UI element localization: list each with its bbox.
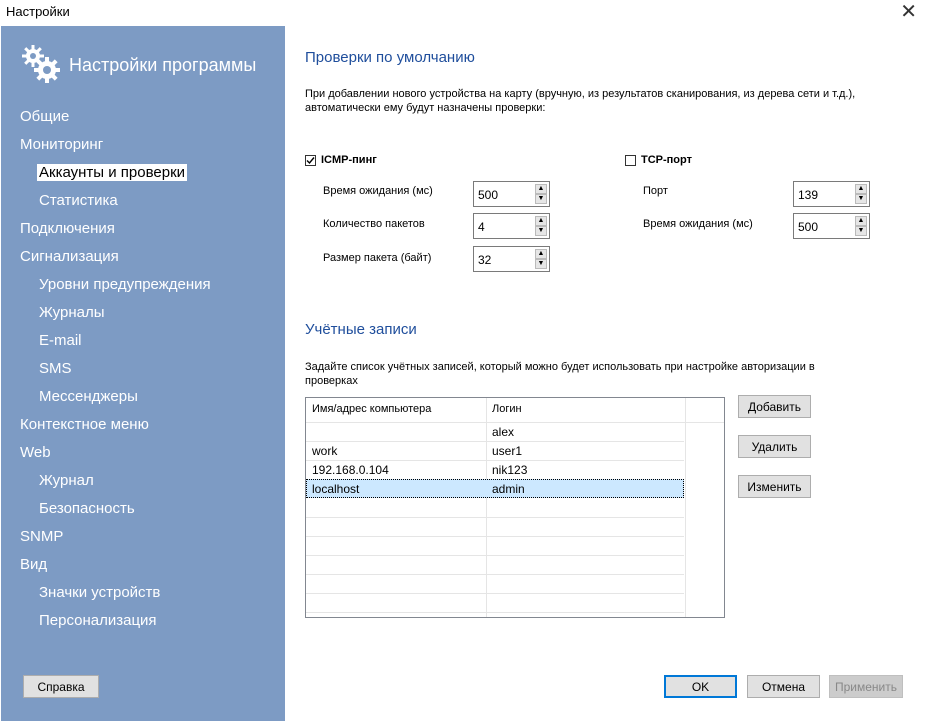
icmp-packets-value: 4	[478, 220, 485, 234]
table-cell-host: localhost	[312, 482, 360, 496]
nav-item-personalization[interactable]: Персонализация	[39, 612, 157, 629]
window-title: Настройки	[6, 4, 70, 19]
table-row-empty	[306, 593, 684, 613]
accounts-table[interactable]: Имя/адрес компьютера Логин alex work use…	[305, 397, 725, 618]
tcp-port-stepper[interactable]: 139 ▲ ▼	[793, 181, 870, 207]
help-button[interactable]: Справка	[23, 675, 99, 698]
table-row-empty	[306, 536, 684, 556]
nav-item-web-log[interactable]: Журнал	[39, 472, 94, 489]
nav-item-snmp[interactable]: SNMP	[20, 528, 63, 545]
delete-account-button[interactable]: Удалить	[738, 435, 811, 458]
main-panel: Проверки по умолчанию При добавлении нов…	[285, 26, 927, 722]
table-cell-login: nik123	[492, 463, 528, 477]
spin-down-icon[interactable]: ▼	[535, 259, 547, 269]
title-bar: Настройки ✕	[0, 0, 927, 26]
nav-item-connections[interactable]: Подключения	[20, 220, 115, 237]
spin-up-icon[interactable]: ▲	[535, 184, 547, 194]
spin-up-icon[interactable]: ▲	[535, 216, 547, 226]
checkmark-icon	[306, 157, 315, 165]
nav-item-warning-levels[interactable]: Уровни предупреждения	[39, 276, 211, 293]
icmp-size-label: Размер пакета (байт)	[323, 252, 432, 264]
gears-icon	[22, 45, 60, 83]
nav-item-security[interactable]: Безопасность	[39, 500, 135, 517]
accounts-description-line2: проверках	[305, 375, 358, 387]
nav-item-web[interactable]: Web	[20, 444, 51, 461]
icmp-ping-label: ICMP-пинг	[321, 154, 377, 166]
table-cell-login: alex	[492, 425, 515, 439]
defaults-description-line2: автоматически ему будут назначены провер…	[305, 102, 546, 114]
nav-item-sms[interactable]: SMS	[39, 360, 72, 377]
sidebar: Настройки программы Общие Мониторинг Акк…	[1, 26, 285, 721]
table-row[interactable]: work user1	[306, 441, 684, 461]
icmp-size-stepper[interactable]: 32 ▲ ▼	[473, 246, 550, 272]
column-header-login[interactable]: Логин	[492, 403, 522, 415]
table-row[interactable]: alex	[306, 422, 684, 442]
column-divider	[685, 398, 686, 617]
icmp-timeout-value: 500	[478, 188, 499, 202]
tcp-timeout-label: Время ожидания (мс)	[643, 218, 753, 230]
tcp-port-field-label: Порт	[643, 185, 668, 197]
spin-up-icon[interactable]: ▲	[855, 216, 867, 226]
icmp-size-value: 32	[478, 253, 492, 267]
nav-item-logs[interactable]: Журналы	[39, 304, 105, 321]
spin-down-icon[interactable]: ▼	[535, 194, 547, 204]
tcp-port-label: TCP-порт	[641, 154, 692, 166]
spin-down-icon[interactable]: ▼	[855, 194, 867, 204]
icmp-packets-stepper[interactable]: 4 ▲ ▼	[473, 213, 550, 239]
table-row-selected[interactable]: localhost admin	[306, 479, 684, 498]
spin-down-icon[interactable]: ▼	[855, 226, 867, 236]
cancel-button[interactable]: Отмена	[747, 675, 820, 698]
icmp-packets-label: Количество пакетов	[323, 218, 425, 230]
table-cell-host: 192.168.0.104	[312, 463, 389, 477]
nav-item-device-icons[interactable]: Значки устройств	[39, 584, 160, 601]
icmp-timeout-label: Время ожидания (мс)	[323, 185, 433, 197]
ok-button[interactable]: OK	[664, 675, 737, 698]
nav-item-context-menu[interactable]: Контекстное меню	[20, 416, 149, 433]
defaults-section-title: Проверки по умолчанию	[305, 49, 475, 66]
table-row-empty	[306, 498, 684, 518]
sidebar-title: Настройки программы	[69, 55, 257, 75]
nav-item-accounts-checks[interactable]: Аккаунты и проверки	[37, 164, 188, 181]
table-row-empty	[306, 555, 684, 575]
icmp-timeout-stepper[interactable]: 500 ▲ ▼	[473, 181, 550, 207]
spin-up-icon[interactable]: ▲	[535, 249, 547, 259]
nav-item-view[interactable]: Вид	[20, 556, 47, 573]
nav-item-statistics[interactable]: Статистика	[39, 192, 118, 209]
table-row-empty	[306, 517, 684, 537]
nav-item-general[interactable]: Общие	[20, 108, 69, 125]
edit-account-button[interactable]: Изменить	[738, 475, 811, 498]
nav-item-messengers[interactable]: Мессенджеры	[39, 388, 138, 405]
close-icon[interactable]: ✕	[900, 0, 917, 24]
nav-item-monitoring[interactable]: Мониторинг	[20, 136, 103, 153]
tcp-timeout-stepper[interactable]: 500 ▲ ▼	[793, 213, 870, 239]
table-cell-login: admin	[492, 482, 525, 496]
tcp-port-value: 139	[798, 188, 819, 202]
nav-item-email[interactable]: E-mail	[39, 332, 82, 349]
defaults-description-line1: При добавлении нового устройства на карт…	[305, 88, 856, 100]
spin-down-icon[interactable]: ▼	[535, 226, 547, 236]
tcp-port-checkbox[interactable]	[625, 155, 636, 166]
accounts-description-line1: Задайте список учётных записей, который …	[305, 361, 815, 373]
table-row-empty	[306, 574, 684, 594]
add-account-button[interactable]: Добавить	[738, 395, 811, 418]
accounts-section-title: Учётные записи	[305, 321, 417, 338]
apply-button[interactable]: Применить	[829, 675, 903, 698]
table-cell-host: work	[312, 444, 338, 458]
table-header: Имя/адрес компьютера Логин	[306, 398, 724, 423]
nav-item-alarms[interactable]: Сигнализация	[20, 248, 119, 265]
column-header-host[interactable]: Имя/адрес компьютера	[312, 403, 431, 415]
table-row[interactable]: 192.168.0.104 nik123	[306, 460, 684, 480]
icmp-ping-checkbox[interactable]	[305, 155, 316, 166]
tcp-timeout-value: 500	[798, 220, 819, 234]
table-cell-login: user1	[492, 444, 523, 458]
spin-up-icon[interactable]: ▲	[855, 184, 867, 194]
